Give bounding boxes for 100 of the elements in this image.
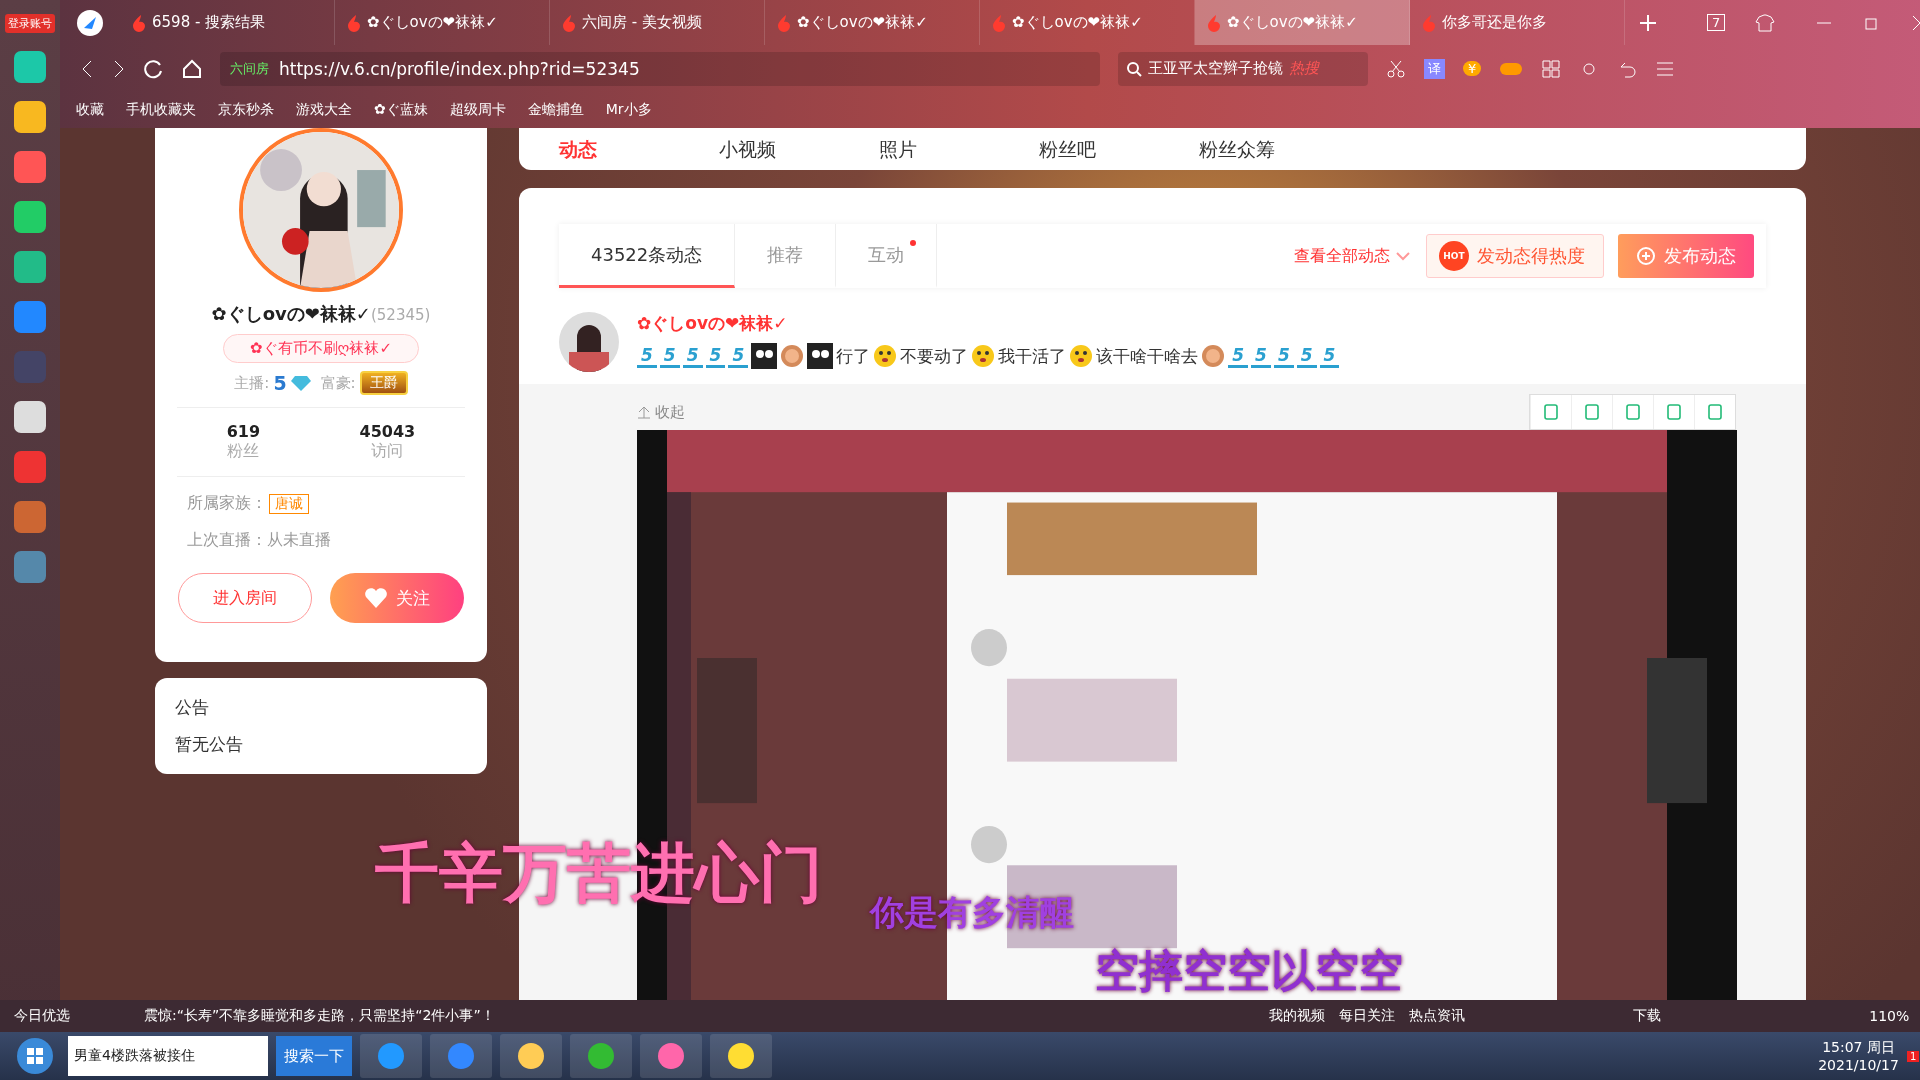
- app-icon: [656, 1041, 686, 1071]
- bookmark[interactable]: 游戏大全: [296, 101, 352, 119]
- taskbar-search[interactable]: 男童4楼跌落被接住: [68, 1036, 268, 1076]
- filter-dropdown[interactable]: 查看全部动态: [1294, 245, 1410, 267]
- level-badge: 5: [659, 344, 680, 368]
- browser-tab[interactable]: 6598 - 搜索结果: [120, 0, 335, 45]
- reload-icon[interactable]: [144, 58, 164, 79]
- app-icon[interactable]: [14, 251, 46, 283]
- feed-tab[interactable]: 43522条动态: [559, 224, 736, 288]
- login-button[interactable]: 登录账号: [5, 14, 55, 33]
- download-button[interactable]: 下载: [1633, 1007, 1662, 1025]
- bookmark[interactable]: 超级周卡: [449, 101, 506, 119]
- bookmark[interactable]: ✿ぐ蓝妹: [374, 101, 428, 119]
- upload-arrow-icon: [637, 405, 651, 419]
- profile-name: ✿ぐしovの❤袜袜✓(52345): [211, 302, 431, 326]
- flame-logo-icon: [347, 13, 361, 32]
- nav-tab[interactable]: 粉丝吧: [1039, 137, 1199, 161]
- bookmark[interactable]: 京东秒杀: [218, 101, 274, 119]
- nav-tab[interactable]: 粉丝众筹: [1199, 137, 1359, 161]
- heart-icon: [364, 587, 388, 609]
- search-button[interactable]: 搜索一下: [276, 1036, 352, 1076]
- search-field[interactable]: 王亚平太空辫子抢镜 热搜: [1118, 51, 1368, 86]
- level-badge: 5: [1273, 344, 1294, 368]
- rich-label: 富豪:: [320, 373, 356, 393]
- notice-title: 公告: [175, 696, 210, 719]
- sticker-icon: [807, 343, 834, 369]
- smiley-icon: [873, 344, 898, 368]
- post-text: 不要动了: [900, 344, 969, 368]
- level-badge: 5: [1296, 344, 1317, 368]
- medal-icon: [780, 344, 805, 368]
- app-icon[interactable]: [14, 101, 46, 133]
- flame-logo-icon: [1422, 13, 1436, 32]
- enter-room-button[interactable]: 进入房间: [178, 573, 312, 623]
- taskbar-app[interactable]: [710, 1034, 772, 1078]
- app-icon[interactable]: [14, 201, 46, 233]
- sticker-icon: [751, 343, 778, 369]
- scissors-icon[interactable]: [1386, 58, 1406, 79]
- browser-tab[interactable]: ✿ぐしovの❤袜袜✓: [980, 0, 1195, 45]
- browser-tab[interactable]: 你多哥还是你多: [1410, 0, 1625, 45]
- taskbar-app[interactable]: [500, 1034, 562, 1078]
- nav-tab[interactable]: 小视频: [719, 137, 879, 161]
- level-badge: 5: [728, 344, 749, 368]
- clock-date: 2021/10/17: [1818, 1057, 1899, 1073]
- site-tag: 六间房: [230, 59, 269, 78]
- app-icon[interactable]: [14, 401, 46, 433]
- level-badge: 5: [1319, 344, 1340, 368]
- app-icon[interactable]: [14, 51, 46, 83]
- level-badge: 5: [682, 344, 703, 368]
- taskbar-app[interactable]: [360, 1034, 422, 1078]
- app-icon: [586, 1041, 616, 1071]
- level-badge: 5: [1228, 344, 1249, 368]
- home-icon[interactable]: [182, 58, 202, 79]
- taskbar-app[interactable]: [570, 1034, 632, 1078]
- stat-value: 45043: [359, 422, 416, 441]
- back-icon[interactable]: [80, 58, 94, 79]
- lyric-text: 空摔空空以空空: [1095, 948, 1403, 995]
- address-bar[interactable]: 六间房 https://v.6.cn/profile/index.php?rid=52345: [220, 51, 1100, 86]
- nav-tab[interactable]: 动态: [559, 137, 719, 161]
- level-badge: 5: [637, 344, 657, 368]
- bookmark[interactable]: 金蟾捕鱼: [527, 101, 584, 119]
- level-badge: 5: [705, 344, 726, 368]
- url-text: https://v.6.cn/profile/index.php?rid=52345: [279, 58, 640, 79]
- family-label: 所属家族：: [187, 493, 267, 514]
- browser-tab[interactable]: 六间房 - 美女视频: [550, 0, 765, 45]
- today-picks[interactable]: 今日优选: [14, 1007, 70, 1025]
- post-text: 行了: [836, 344, 871, 368]
- plus-circle-icon: [1636, 246, 1656, 266]
- status-link[interactable]: 我的视频: [1269, 1007, 1326, 1025]
- shirt-icon[interactable]: [1755, 12, 1776, 33]
- notification-badge[interactable]: 1: [1906, 1050, 1920, 1062]
- news-ticker[interactable]: 震惊:“长寿”不靠多睡觉和多走路，只需坚持“2件小事”！: [144, 1007, 495, 1025]
- status-link[interactable]: 每日关注: [1339, 1007, 1396, 1025]
- browser-tab[interactable]: ✿ぐしovの❤袜袜✓: [335, 0, 550, 45]
- grid-icon[interactable]: [1541, 58, 1562, 79]
- status-link[interactable]: 热点资讯: [1409, 1007, 1466, 1025]
- bookmark[interactable]: 收藏: [76, 101, 104, 119]
- tab-count[interactable]: 7: [1707, 14, 1726, 31]
- new-tab-icon[interactable]: [1639, 13, 1657, 32]
- forward-icon[interactable]: [112, 58, 126, 79]
- notice-text: 暂无公告: [175, 733, 244, 756]
- nav-tab[interactable]: 照片: [879, 137, 1039, 161]
- taskbar-app[interactable]: [640, 1034, 702, 1078]
- level-badge: 5: [1251, 344, 1271, 368]
- signature-bubble: ✿ぐ有币不刷ღ袜袜✓: [223, 334, 419, 363]
- stat-value: 619: [226, 422, 261, 441]
- smiley-icon: [1069, 344, 1094, 368]
- browser-tab[interactable]: ✿ぐしovの❤袜袜✓: [765, 0, 980, 45]
- app-icon[interactable]: [14, 151, 46, 183]
- post-text: 我干活了: [998, 344, 1067, 368]
- anchor-level: 5: [273, 372, 287, 394]
- post-author[interactable]: ✿ぐしovの❤袜袜✓: [637, 312, 1340, 335]
- clock-time: 15:07 周日: [1822, 1039, 1895, 1057]
- bookmark[interactable]: 手机收藏夹: [126, 101, 196, 119]
- bookmark[interactable]: Mr小多: [605, 101, 652, 119]
- flame-logo-icon: [1207, 13, 1221, 32]
- app-icon: [376, 1041, 406, 1071]
- app-icon: [446, 1041, 476, 1071]
- zoom-level[interactable]: 110%: [1869, 1008, 1910, 1024]
- flame-logo-icon: [562, 13, 576, 32]
- app-icon: [726, 1041, 756, 1071]
